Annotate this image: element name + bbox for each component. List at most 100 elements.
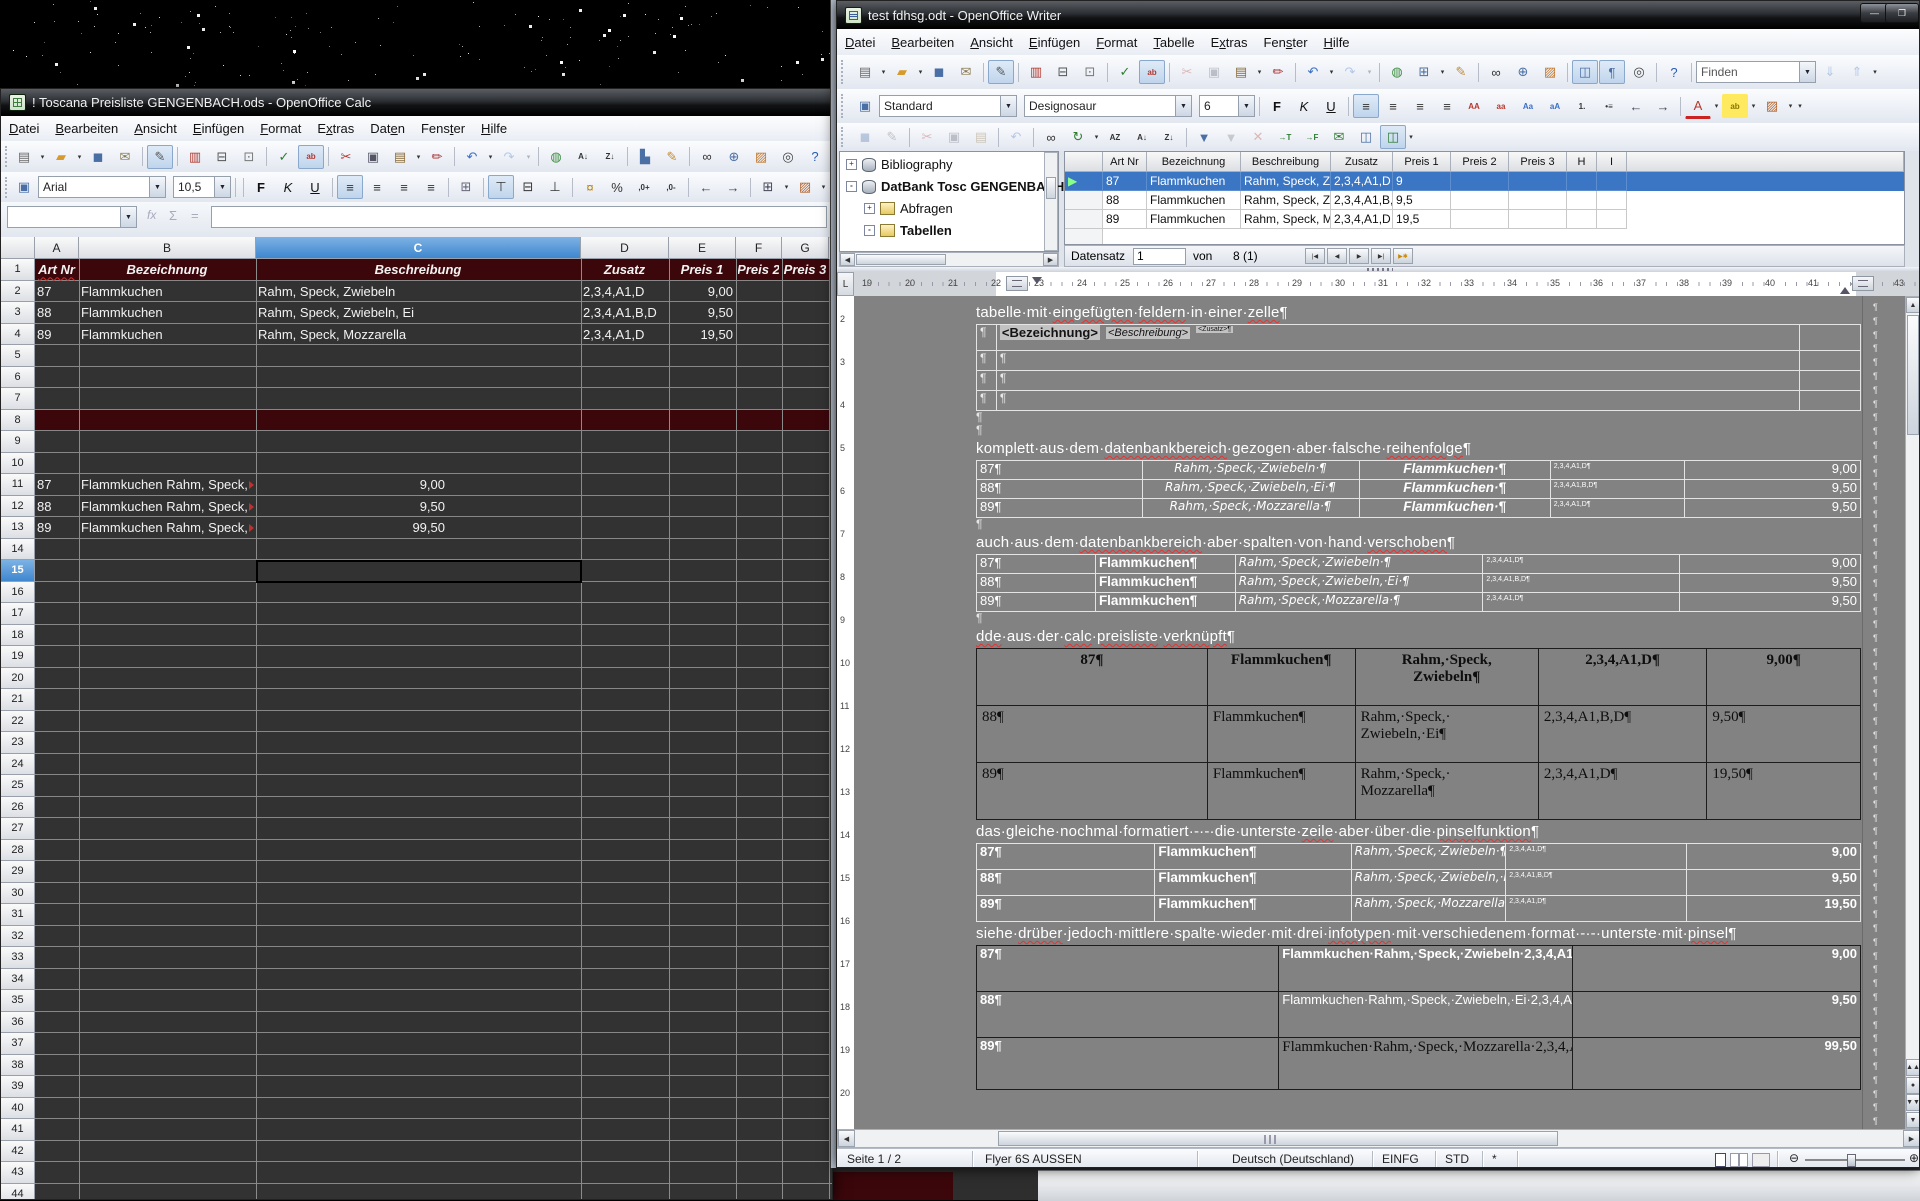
navigation-dot-icon[interactable]: ●	[1906, 1077, 1920, 1094]
grid-column-i[interactable]: I	[1597, 152, 1627, 172]
autofilter-icon[interactable]: ▼	[1191, 125, 1217, 149]
save-icon[interactable]: ◼	[926, 60, 952, 84]
sheet-row-32[interactable]	[35, 926, 833, 948]
current-database-icon[interactable]: ◫	[1353, 125, 1379, 149]
first-record-button[interactable]: |◀	[1305, 248, 1325, 264]
highlight-dropdown[interactable]: ▾	[1749, 102, 1758, 110]
find-icon[interactable]: ∞	[1483, 60, 1509, 84]
tree-item-datbank-tosc-gengenbach[interactable]: -DatBank Tosc GENGENBACH	[846, 179, 1064, 194]
sort-descending-icon[interactable]: Z↓	[1156, 125, 1182, 149]
new-document-icon[interactable]: ▤	[852, 60, 878, 84]
maximize-button[interactable]: ❐	[1885, 3, 1919, 23]
spellcheck-icon[interactable]: ✓	[271, 145, 297, 169]
italic-icon[interactable]: K	[1291, 94, 1317, 118]
sheet-row-18[interactable]	[35, 625, 833, 647]
row-header-24[interactable]: 24	[1, 754, 35, 776]
writer-font-name-combo[interactable]: Designosaur ▼	[1024, 95, 1192, 117]
calc-font-name-combo[interactable]: Arial ▼	[38, 176, 166, 198]
sum-icon[interactable]: Σ	[169, 208, 177, 223]
save-record-icon[interactable]: ◼	[852, 125, 878, 149]
highlighting-icon[interactable]: ab	[1722, 94, 1748, 118]
chevron-down-icon[interactable]: ▼	[214, 177, 230, 197]
grid-cell[interactable]	[1567, 172, 1597, 191]
row-header-25[interactable]: 25	[1, 775, 35, 797]
copy-icon[interactable]: ▣	[1201, 60, 1227, 84]
row-header-15[interactable]: 15	[1, 560, 35, 582]
menu-einfügen[interactable]: Einfügen	[1021, 32, 1088, 53]
statusbar-language[interactable]: Deutsch (Deutschland)	[1232, 1152, 1354, 1166]
open-dropdown[interactable]: ▾	[916, 68, 925, 76]
chevron-down-icon[interactable]: ▼	[1799, 62, 1815, 82]
underline-icon[interactable]: U	[302, 175, 328, 199]
redo-dropdown[interactable]: ▾	[523, 145, 534, 169]
valign-bottom-icon[interactable]: ⊥	[542, 175, 568, 199]
row-header-19[interactable]: 19	[1, 646, 35, 668]
right-indent-marker[interactable]	[1840, 282, 1850, 294]
field-chip[interactable]: <Bezeichnung>	[1000, 325, 1100, 340]
grid-cell[interactable]: Flammkuchen	[1147, 210, 1241, 229]
tree-item-tabellen[interactable]: -Tabellen	[864, 223, 952, 238]
sheet-row-30[interactable]	[35, 883, 833, 905]
sheet-row-31[interactable]	[35, 904, 833, 926]
data-to-fields-icon[interactable]: →F	[1299, 125, 1325, 149]
sheet-row-37[interactable]	[35, 1033, 833, 1055]
grid-cell[interactable]	[1597, 191, 1627, 210]
row-header-10[interactable]: 10	[1, 453, 35, 475]
grid-cell[interactable]: 2,3,4,A1,B,	[1331, 191, 1393, 210]
sheet-row-7[interactable]	[35, 388, 833, 410]
sheet-row-33[interactable]	[35, 947, 833, 969]
paste-icon[interactable]: ▤	[1228, 60, 1254, 84]
sheet-row-35[interactable]	[35, 990, 833, 1012]
pdf-export-icon[interactable]: ▥	[182, 145, 208, 169]
valign-center-icon[interactable]: ⊟	[515, 175, 541, 199]
sheet-row-14[interactable]	[35, 539, 833, 561]
align-center-icon[interactable]: ≡	[1380, 94, 1406, 118]
redo-dropdown[interactable]: ▾	[1364, 60, 1375, 84]
decrease-indent-icon[interactable]: ←	[1623, 94, 1649, 118]
borders-dropdown[interactable]: ▾	[782, 183, 791, 191]
grid-row-selector[interactable]: ▶	[1065, 172, 1103, 191]
tree-vertical-scrollbar[interactable]	[1044, 152, 1058, 251]
copy-icon[interactable]: ▣	[360, 145, 386, 169]
open-icon[interactable]: ▰	[48, 145, 74, 169]
sheet-row-39[interactable]	[35, 1076, 833, 1098]
menu-fenster[interactable]: Fenster	[413, 118, 473, 139]
sheet-row-5[interactable]	[35, 345, 833, 367]
single-page-view-icon[interactable]	[1715, 1153, 1726, 1167]
redo-icon[interactable]: ↷	[1337, 60, 1363, 84]
doc-table[interactable]: ¶<Bezeichnung><Beschreibung><Zusatz>¶¶¶¶…	[976, 324, 1861, 411]
percent-icon[interactable]: %	[604, 175, 630, 199]
writer-menubar[interactable]: DateiBearbeitenAnsichtEinfügenFormatTabe…	[837, 29, 1919, 56]
scroll-right-icon[interactable]: ▶	[1903, 1130, 1920, 1147]
scroll-thumb-grip[interactable]	[1264, 1135, 1278, 1144]
grid-empty-row-selector[interactable]	[1065, 229, 1103, 245]
sheet-row-26[interactable]	[35, 797, 833, 819]
sheet-row-10[interactable]	[35, 453, 833, 475]
save-icon[interactable]: ◼	[85, 145, 111, 169]
titlecase-icon[interactable]: Aa	[1515, 94, 1541, 118]
menu-ansicht[interactable]: Ansicht	[126, 118, 185, 139]
row-header-43[interactable]: 43	[1, 1162, 35, 1184]
formula-input-line[interactable]	[211, 206, 827, 228]
align-left-icon[interactable]: ≡	[337, 175, 363, 199]
help-icon[interactable]: ?	[1661, 60, 1687, 84]
mail-merge-icon[interactable]: ✉	[1326, 125, 1352, 149]
font-color-icon[interactable]: A	[1685, 93, 1711, 119]
menu-extras[interactable]: Extras	[309, 118, 362, 139]
sheet-row-16[interactable]	[35, 582, 833, 604]
scroll-left-icon[interactable]: ◀	[840, 253, 855, 266]
increase-indent-icon[interactable]: →	[720, 175, 746, 199]
grid-column-preis-1[interactable]: Preis 1	[1393, 152, 1451, 172]
menu-bearbeiten[interactable]: Bearbeiten	[883, 32, 962, 53]
row-header-30[interactable]: 30	[1, 883, 35, 905]
row-header-22[interactable]: 22	[1, 711, 35, 733]
tree-horizontal-scrollbar[interactable]: ◀ ▶	[839, 252, 1059, 267]
row-header-18[interactable]: 18	[1, 625, 35, 647]
edit-mode-icon[interactable]: ✎	[147, 145, 173, 169]
table-dropdown[interactable]: ▾	[1438, 68, 1447, 76]
zoom-icon[interactable]: ◎	[1626, 60, 1652, 84]
menu-bearbeiten[interactable]: Bearbeiten	[47, 118, 126, 139]
delete-decimal-icon[interactable]: ,0-	[658, 175, 684, 199]
lowercase-icon[interactable]: aa	[1488, 94, 1514, 118]
chevron-down-icon[interactable]: ▼	[1000, 96, 1016, 116]
